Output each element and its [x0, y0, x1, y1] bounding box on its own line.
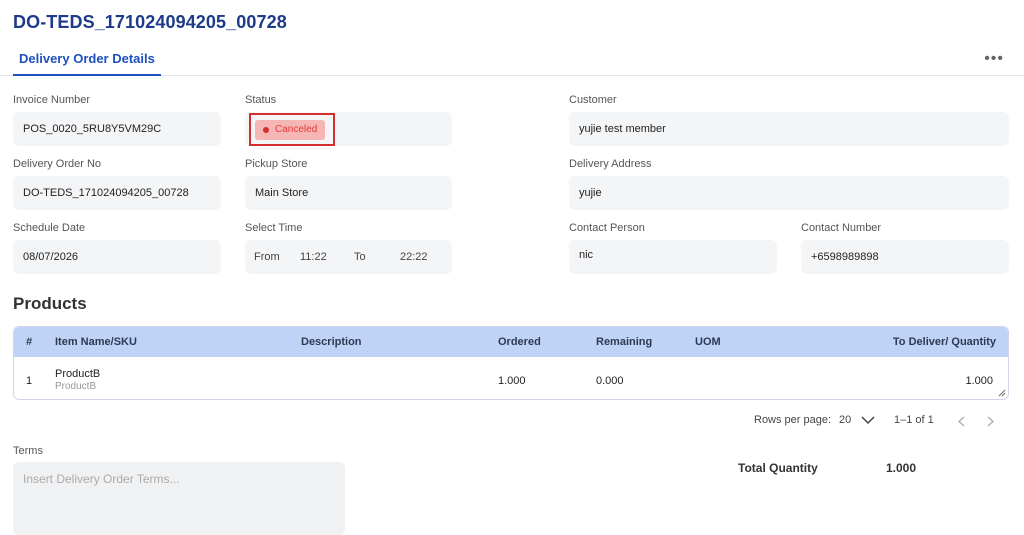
contact-person-label: Contact Person	[569, 222, 645, 234]
col-description: Description	[301, 336, 362, 348]
delivery-order-no-label: Delivery Order No	[13, 158, 102, 170]
delivery-address-label: Delivery Address	[569, 158, 652, 170]
total-quantity-label: Total Quantity	[738, 461, 818, 475]
col-index: #	[26, 336, 33, 348]
contact-person-field[interactable]: nic	[569, 240, 777, 274]
time-to-label: To	[354, 251, 366, 263]
row-ordered: 1.000	[498, 375, 526, 387]
row-remaining: 0.000	[596, 375, 624, 387]
row-to-deliver-input[interactable]: 1.000	[965, 375, 993, 387]
status-highlight: Canceled	[249, 113, 335, 146]
time-from-input[interactable]: 11:22	[300, 240, 327, 274]
delivery-address-field[interactable]: yujie	[569, 176, 1009, 210]
col-uom: UOM	[695, 336, 721, 348]
chevron-down-icon	[861, 416, 875, 424]
col-remaining: Remaining	[596, 336, 653, 348]
time-to-input[interactable]: 22:22	[400, 240, 428, 274]
contact-number-field[interactable]: +6598989898	[801, 240, 1009, 274]
total-quantity-value: 1.000	[886, 461, 917, 475]
rows-per-page-value: 20	[839, 414, 852, 426]
terms-label: Terms	[13, 445, 43, 457]
time-from-label: From	[254, 251, 280, 263]
col-to-deliver-quantity: To Deliver/ Quantity	[892, 336, 996, 348]
customer-label: Customer	[569, 94, 617, 106]
invoice-number-field[interactable]: POS_0020_5RU8Y5VM29C	[13, 112, 221, 146]
status-label: Status	[245, 94, 277, 106]
tab-bar: Delivery Order Details •••	[0, 46, 1024, 76]
status-badge: Canceled	[255, 120, 326, 140]
contact-number-label: Contact Number	[801, 222, 882, 234]
row-item-name: ProductB	[55, 368, 101, 380]
select-time-field: From 11:22 To 22:22	[245, 240, 452, 274]
products-table: # Item Name/SKU Description Ordered Rema…	[13, 326, 1009, 400]
schedule-date-label: Schedule Date	[13, 222, 86, 234]
col-item-name-sku: Item Name/SKU	[55, 336, 137, 348]
schedule-date-field[interactable]: 08/07/2026	[13, 240, 221, 274]
tab-delivery-order-details[interactable]: Delivery Order Details	[13, 46, 161, 76]
terms-textarea[interactable]	[13, 462, 345, 535]
resize-handle-icon[interactable]	[998, 389, 1006, 397]
products-title: Products	[13, 294, 87, 313]
rows-per-page-select[interactable]: 20	[839, 414, 875, 426]
delivery-order-no-field[interactable]: DO-TEDS_171024094205_00728	[13, 176, 221, 210]
pagination-range: 1–1 of 1	[894, 414, 934, 426]
table-header: # Item Name/SKU Description Ordered Rema…	[14, 327, 1008, 357]
more-options-icon[interactable]: •••	[984, 51, 1004, 67]
row-item-sku: ProductB	[55, 381, 97, 392]
status-dot-icon	[263, 127, 269, 133]
pickup-store-field[interactable]: Main Store	[245, 176, 452, 210]
pickup-store-label: Pickup Store	[245, 158, 308, 170]
customer-field[interactable]: yujie test member	[569, 112, 1009, 146]
chevron-left-icon[interactable]	[958, 416, 965, 427]
page-title: DO-TEDS_171024094205_00728	[13, 12, 287, 32]
rows-per-page-label: Rows per page:	[754, 414, 832, 426]
row-index: 1	[26, 375, 33, 387]
chevron-right-icon[interactable]	[987, 416, 994, 427]
col-ordered: Ordered	[498, 336, 541, 348]
invoice-number-label: Invoice Number	[13, 94, 91, 106]
status-text: Canceled	[275, 124, 318, 135]
select-time-label: Select Time	[245, 222, 303, 234]
